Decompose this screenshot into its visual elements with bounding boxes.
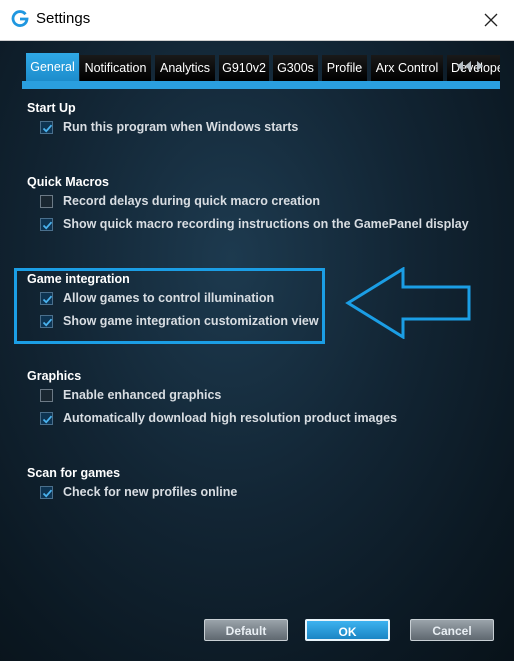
checkbox-unchecked[interactable] — [40, 389, 53, 402]
tab-underline — [22, 81, 500, 89]
tab-general[interactable]: General — [26, 53, 79, 81]
checkbox-checked[interactable] — [40, 486, 53, 499]
tab-analytics[interactable]: Analytics — [155, 55, 215, 81]
option-check-new-profiles[interactable]: Check for new profiles online — [27, 482, 237, 505]
option-show-macro-instructions[interactable]: Show quick macro recording instructions … — [27, 214, 469, 237]
tab-g910v2[interactable]: G910v2 — [219, 55, 269, 81]
option-label: Show quick macro recording instructions … — [63, 217, 469, 231]
option-label: Automatically download high resolution p… — [63, 411, 398, 425]
close-button[interactable] — [468, 0, 514, 40]
tab-g300s[interactable]: G300s — [273, 55, 318, 81]
option-label: Enable enhanced graphics — [63, 388, 222, 402]
option-label: Run this program when Windows starts — [63, 120, 299, 134]
option-download-hi-res-images[interactable]: Automatically download high resolution p… — [27, 408, 397, 431]
logitech-g-icon — [11, 10, 29, 27]
section-graphics: Graphics Enable enhanced graphics Automa… — [27, 369, 397, 431]
section-title: Scan for games — [27, 466, 121, 480]
default-button[interactable]: Default — [204, 619, 288, 641]
left-arrow-icon — [345, 267, 471, 339]
section-title: Quick Macros — [27, 175, 109, 189]
option-enhanced-graphics[interactable]: Enable enhanced graphics — [27, 385, 221, 408]
section-title: Start Up — [27, 101, 76, 115]
highlight-box — [14, 268, 325, 344]
settings-content: General Notification Analytics G910v2 G3… — [0, 41, 514, 661]
tab-scroll-arrows-icon[interactable] — [454, 59, 488, 73]
option-run-on-startup[interactable]: Run this program when Windows starts — [27, 117, 298, 140]
option-record-delays[interactable]: Record delays during quick macro creatio… — [27, 191, 320, 214]
checkbox-checked[interactable] — [40, 121, 53, 134]
close-icon — [484, 13, 498, 27]
checkbox-unchecked[interactable] — [40, 195, 53, 208]
cancel-button[interactable]: Cancel — [410, 619, 494, 641]
window-title: Settings — [36, 10, 91, 27]
tab-strip: General Notification Analytics G910v2 G3… — [22, 53, 500, 81]
section-start-up: Start Up Run this program when Windows s… — [27, 101, 298, 140]
section-scan-for-games: Scan for games Check for new profiles on… — [27, 466, 237, 505]
tab-profile[interactable]: Profile — [322, 55, 367, 81]
checkbox-checked[interactable] — [40, 412, 53, 425]
settings-window: Settings General Notification Analytics … — [0, 0, 514, 661]
section-quick-macros: Quick Macros Record delays during quick … — [27, 175, 469, 237]
checkbox-checked[interactable] — [40, 218, 53, 231]
title-bar: Settings — [0, 0, 514, 41]
ok-button[interactable]: OK — [305, 619, 390, 641]
section-title: Graphics — [27, 369, 82, 383]
option-label: Check for new profiles online — [63, 485, 238, 499]
option-label: Record delays during quick macro creatio… — [63, 194, 321, 208]
tab-notification[interactable]: Notification — [80, 55, 151, 81]
tab-arx-control[interactable]: Arx Control — [371, 55, 443, 81]
